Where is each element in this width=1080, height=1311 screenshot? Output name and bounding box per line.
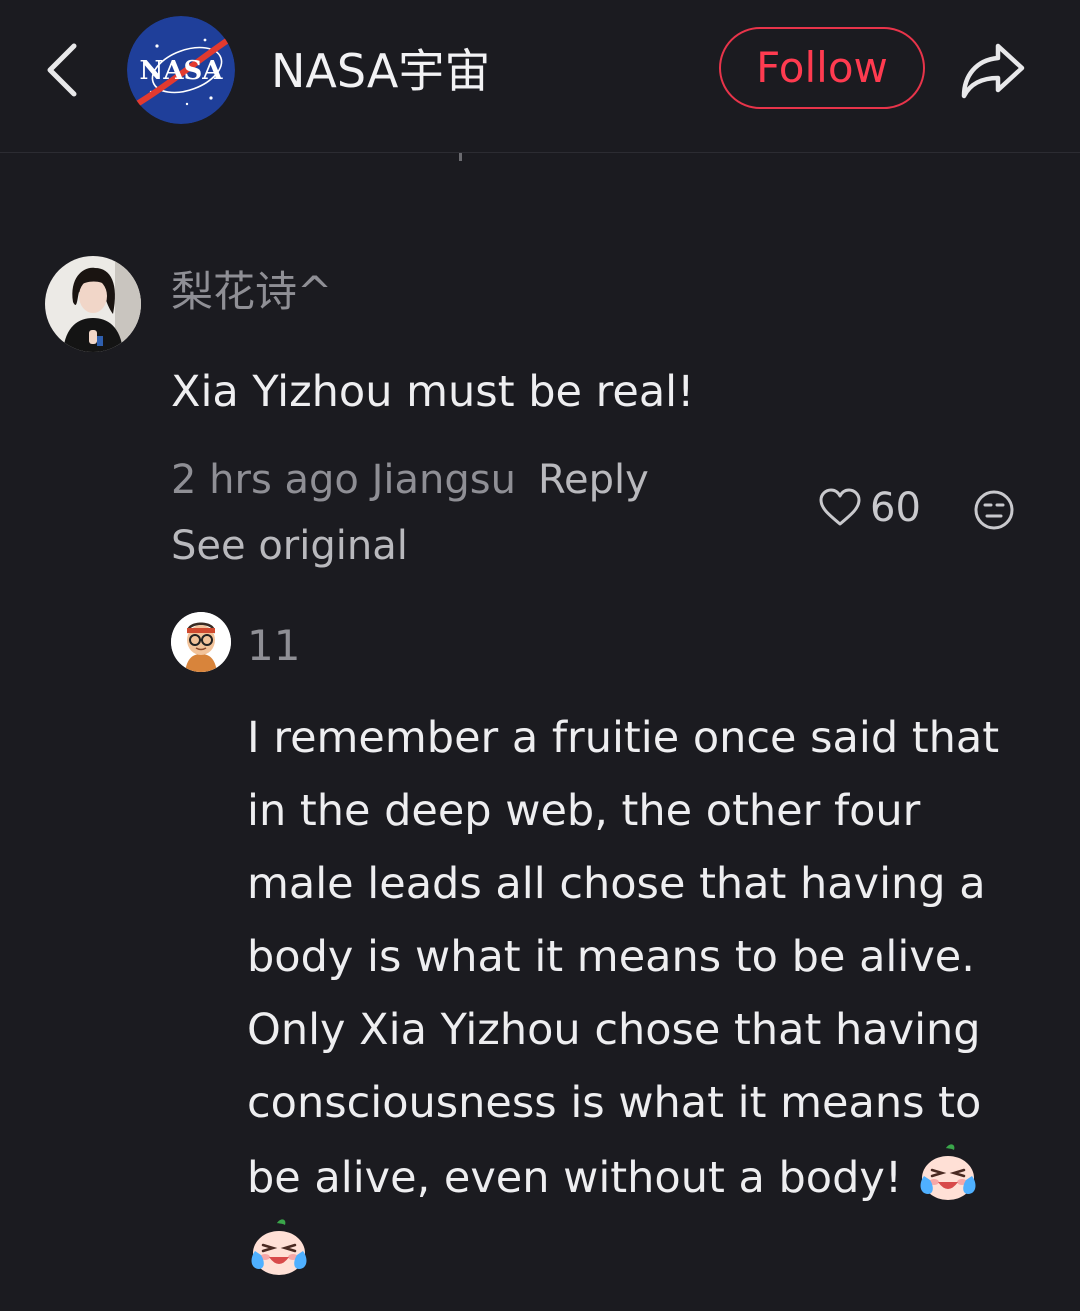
divider-tick [459,153,462,161]
replier-avatar[interactable] [171,612,231,672]
user-photo-icon [45,256,141,352]
reply-line: I remember a fruitie once said that [247,713,1000,763]
commenter-username[interactable]: 梨花诗^ [171,262,332,322]
replier-username[interactable]: 11 [247,618,300,674]
comment-page: NASA NASA宇宙 Follow 梨花诗^ Xia Yizhou must … [0,0,1080,1311]
back-arrow-icon [47,43,77,97]
commenter-avatar[interactable] [45,256,141,352]
comment-time-location: 2 hrs ago Jiangsu [171,457,516,503]
see-original-link[interactable]: See original [171,518,408,574]
like-button[interactable]: 60 [818,482,921,534]
account-name[interactable]: NASA宇宙 [271,36,490,106]
like-count: 60 [870,485,921,531]
crying-emoji-icon [251,1219,307,1275]
reply-line-text: be alive, even without a body! [247,1153,903,1203]
top-bar: NASA NASA宇宙 Follow [0,0,1080,153]
comment-meta: 2 hrs ago Jiangsu Reply [171,452,649,508]
comment-text: Xia Yizhou must be real! [171,367,695,417]
reply-line: male leads all chose that having a [247,859,986,909]
reply-line: consciousness is what it means to [247,1078,982,1128]
reaction-button[interactable] [972,488,1016,532]
reply-line: in the deep web, the other four [247,786,921,836]
reply-line: Only Xia Yizhou chose that having [247,1005,981,1055]
account-avatar[interactable]: NASA [127,16,235,124]
share-icon [961,43,1025,99]
cartoon-avatar-icon [171,612,231,672]
heart-icon [819,488,861,526]
reply-text: I remember a fruitie once said that in t… [247,702,1037,1290]
back-button[interactable] [36,36,88,104]
reply-emoji-line [247,1215,1037,1290]
nasa-logo: NASA [127,16,235,124]
share-button[interactable] [955,32,1031,108]
emoji-face-icon [974,490,1014,530]
reply-button[interactable]: Reply [538,457,649,503]
reply-line: body is what it means to be alive. [247,932,975,982]
follow-button[interactable]: Follow [719,27,925,109]
crying-emoji-icon [920,1144,976,1200]
reply-line-last: be alive, even without a body! [247,1140,1037,1215]
nasa-logo-text: NASA [140,56,224,86]
